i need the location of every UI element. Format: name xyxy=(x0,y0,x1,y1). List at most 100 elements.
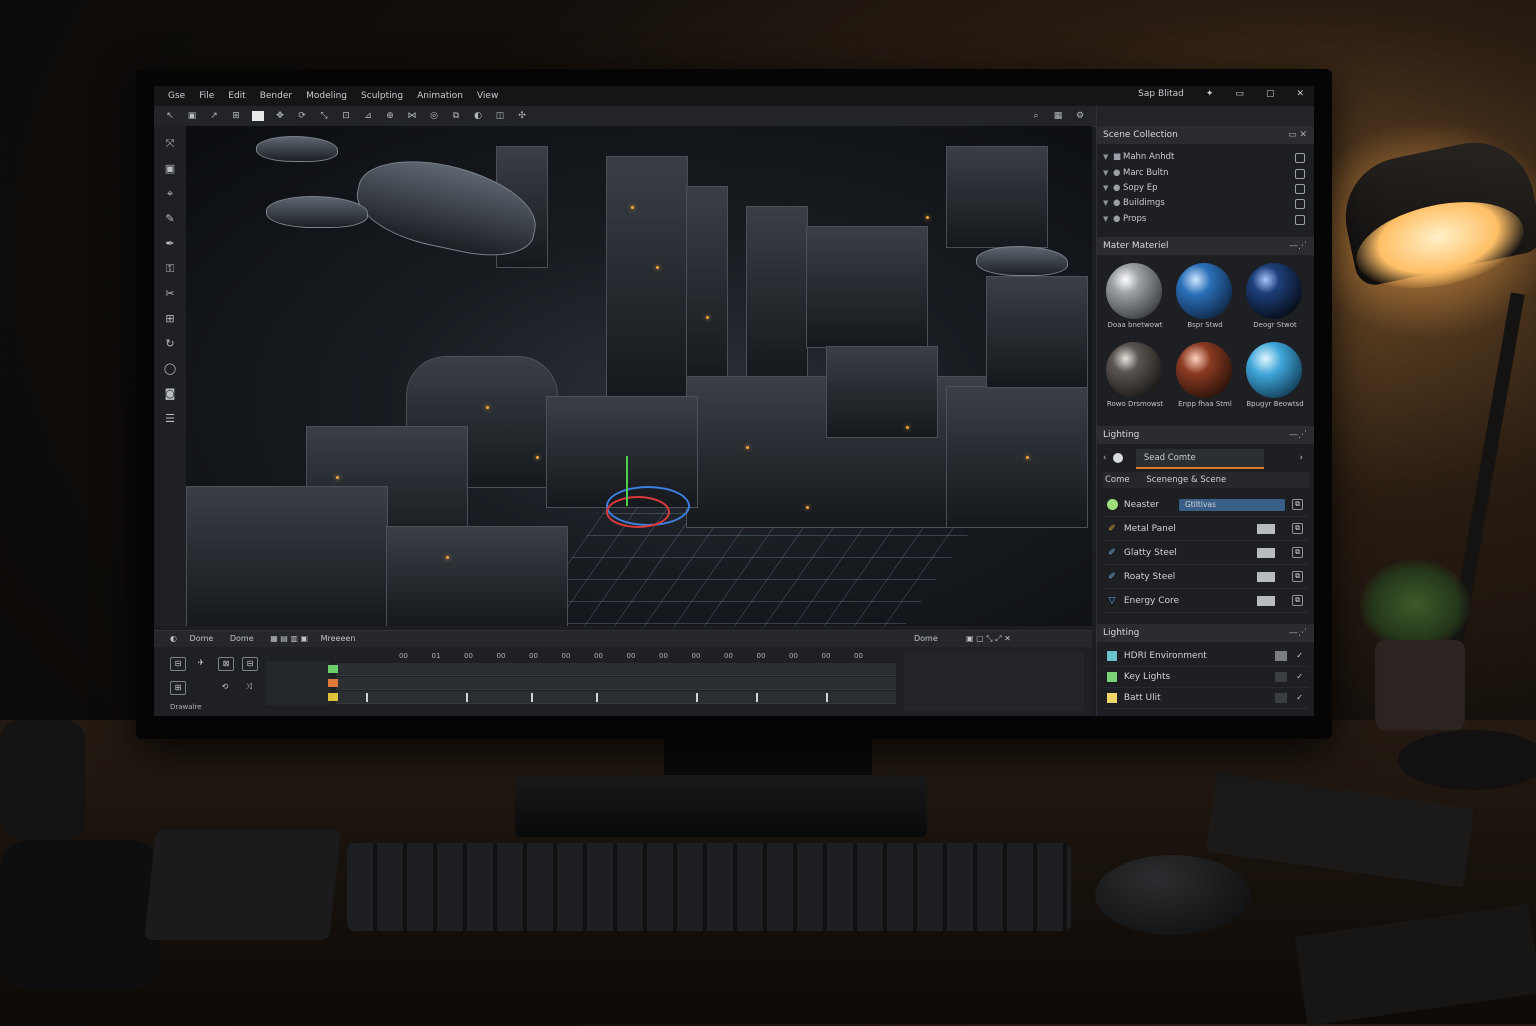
material-list-item[interactable]: ✐ Roaty Steel ⧉ xyxy=(1103,566,1309,589)
transform-icon[interactable]: ⊡ xyxy=(340,111,352,121)
measure-icon[interactable]: ⊿ xyxy=(362,111,374,121)
material-swatch[interactable]: Enpp fhaa Stml xyxy=(1171,340,1239,416)
chevron-down-icon[interactable]: ✓ xyxy=(1296,688,1303,708)
jump-icon[interactable]: ✈ xyxy=(194,657,208,669)
move-icon[interactable]: ✥ xyxy=(274,111,286,121)
menu-view[interactable]: View xyxy=(477,91,498,101)
material-swatch[interactable]: Bpugyr Beowtsd xyxy=(1241,340,1309,416)
channel-list[interactable] xyxy=(266,661,330,705)
grid-icon[interactable]: ▦ xyxy=(1052,111,1064,121)
visibility-checkbox[interactable] xyxy=(1295,199,1305,209)
camera-icon[interactable]: ◙ xyxy=(162,386,178,402)
minimize-icon[interactable]: ▭ xyxy=(1235,89,1244,99)
visibility-checkbox[interactable] xyxy=(1295,169,1305,179)
panel-options-icon[interactable]: —⋰ xyxy=(1289,426,1307,444)
color-swatch[interactable] xyxy=(1257,524,1275,534)
select-icon[interactable]: ⤧ xyxy=(162,136,178,152)
light-item[interactable]: Batt Ulit ✓ xyxy=(1103,688,1309,709)
panel-options-icon[interactable]: —⋰ xyxy=(1289,624,1307,642)
light-toggle[interactable] xyxy=(1275,651,1287,661)
brush-icon[interactable]: ✎ xyxy=(162,211,178,227)
box-select-icon[interactable]: ▣ xyxy=(186,111,198,121)
add-keyframe-button[interactable]: ⊟ xyxy=(170,657,186,671)
material-list-item[interactable]: Neaster Gtlltivas ⧉ xyxy=(1103,494,1309,517)
record-button[interactable]: ⊞ xyxy=(170,681,186,695)
material-swatch[interactable]: Rowo Drsmowst xyxy=(1101,340,1169,416)
outliner-item[interactable]: ▼ ● Buildimgs xyxy=(1103,196,1309,211)
copy-icon[interactable]: ⧉ xyxy=(1292,595,1303,606)
extrude-icon[interactable]: ⊞ xyxy=(162,311,178,327)
gizmo-axis-green[interactable] xyxy=(626,456,628,506)
keyframe[interactable] xyxy=(366,693,368,702)
scene-dropdown[interactable]: Sead Comte xyxy=(1135,449,1264,469)
add-icon[interactable]: ⊕ xyxy=(384,111,396,121)
copy-icon[interactable]: ⧉ xyxy=(1292,499,1303,510)
solid-mode-icon[interactable] xyxy=(252,111,264,121)
keyframe[interactable] xyxy=(466,693,468,702)
rotate-icon[interactable]: ⟳ xyxy=(296,111,308,121)
box-icon[interactable]: ▣ xyxy=(162,161,178,177)
light-toggle[interactable] xyxy=(1275,672,1287,682)
expand-arrow-icon[interactable]: ▼ xyxy=(1103,181,1113,196)
graph-icon[interactable]: ⊠ xyxy=(218,657,234,671)
tab-scene[interactable]: Scenenge & Scene xyxy=(1146,475,1226,485)
playback-label[interactable]: Dome xyxy=(914,631,938,647)
timeline-view-label[interactable]: Dome xyxy=(190,634,214,643)
keyframe[interactable] xyxy=(596,693,598,702)
timeline-properties[interactable] xyxy=(904,653,1084,711)
keyframe-icon[interactable]: ▦ ▤ ▥ ▣ xyxy=(270,634,308,643)
workspace-label[interactable]: Sap Blitad xyxy=(1138,89,1184,99)
visibility-checkbox[interactable] xyxy=(1295,153,1305,163)
gizmo-ring-red[interactable] xyxy=(606,496,670,528)
snap-icon[interactable]: ⊞ xyxy=(230,111,242,121)
smooth-icon[interactable]: ◯ xyxy=(162,361,178,377)
cursor-tool-icon[interactable]: ⌖ xyxy=(162,186,178,202)
keyframe[interactable] xyxy=(826,693,828,702)
shading-icon[interactable]: ◐ xyxy=(472,111,484,121)
track-row[interactable] xyxy=(328,677,896,690)
search-icon[interactable]: ⌕ xyxy=(1030,111,1042,121)
panel-options-icon[interactable]: —⋰ xyxy=(1289,237,1307,255)
track-row[interactable] xyxy=(328,691,896,704)
annotate-icon[interactable]: ✒ xyxy=(162,236,178,252)
track-row[interactable] xyxy=(328,663,896,676)
close-panel-icon[interactable]: ▭ ✕ xyxy=(1288,126,1307,144)
outliner-item[interactable]: ▼ ● Sopy Ep xyxy=(1103,181,1309,196)
color-swatch[interactable] xyxy=(1257,596,1275,606)
lock-icon[interactable]: ⚿ xyxy=(162,261,178,277)
color-swatch[interactable] xyxy=(1257,572,1275,582)
settings-icon[interactable]: ⚙ xyxy=(1074,111,1086,121)
scale-icon[interactable]: ⤡ xyxy=(318,111,330,121)
overlay-icon[interactable]: ⧉ xyxy=(450,111,462,121)
visibility-checkbox[interactable] xyxy=(1295,215,1305,225)
material-swatch[interactable]: Doaa bnetwowt xyxy=(1101,261,1169,337)
material-swatch[interactable]: Deogr Stwot xyxy=(1241,261,1309,337)
menu-edit[interactable]: Edit xyxy=(228,91,245,101)
material-list-item[interactable]: ▽ Energy Core ⧉ xyxy=(1103,590,1309,613)
light-toggle[interactable] xyxy=(1275,693,1287,703)
outliner-item[interactable]: ▼ ● Props xyxy=(1103,212,1309,227)
knife-icon[interactable]: ✂ xyxy=(162,286,178,302)
play-controls-icon[interactable]: ▣ ▢ ⤡ ⤢ ✕ xyxy=(966,631,1011,647)
xray-icon[interactable]: ◫ xyxy=(494,111,506,121)
menu-app[interactable]: Gse xyxy=(168,91,185,101)
mirror-icon[interactable]: ⋈ xyxy=(406,111,418,121)
visibility-checkbox[interactable] xyxy=(1295,184,1305,194)
material-swatch[interactable]: Bspr Stwd xyxy=(1171,261,1239,337)
keyframe[interactable] xyxy=(696,693,698,702)
light-item[interactable]: Key Lights ✓ xyxy=(1103,667,1309,688)
pin-icon[interactable]: ✦ xyxy=(1206,89,1214,99)
light-item[interactable]: HDRI Environment ✓ xyxy=(1103,646,1309,667)
timeline-marker-label[interactable]: Dome xyxy=(230,634,254,643)
expand-arrow-icon[interactable]: ▼ xyxy=(1103,212,1113,227)
timeline-channel-label[interactable]: Mreeeen xyxy=(321,634,356,643)
close-icon[interactable]: ✕ xyxy=(1296,89,1304,99)
expand-arrow-icon[interactable]: ▼ xyxy=(1103,150,1113,165)
outliner-item[interactable]: ▼ ■ Mahn Anhdt xyxy=(1103,150,1309,165)
material-list-item[interactable]: ✐ Metal Panel ⧉ xyxy=(1103,518,1309,541)
tab-come[interactable]: Come xyxy=(1105,475,1130,485)
chevron-down-icon[interactable]: ✓ xyxy=(1296,667,1303,687)
color-swatch[interactable] xyxy=(1257,548,1275,558)
copy-icon[interactable]: ⧉ xyxy=(1292,523,1303,534)
keyframe[interactable] xyxy=(531,693,533,702)
